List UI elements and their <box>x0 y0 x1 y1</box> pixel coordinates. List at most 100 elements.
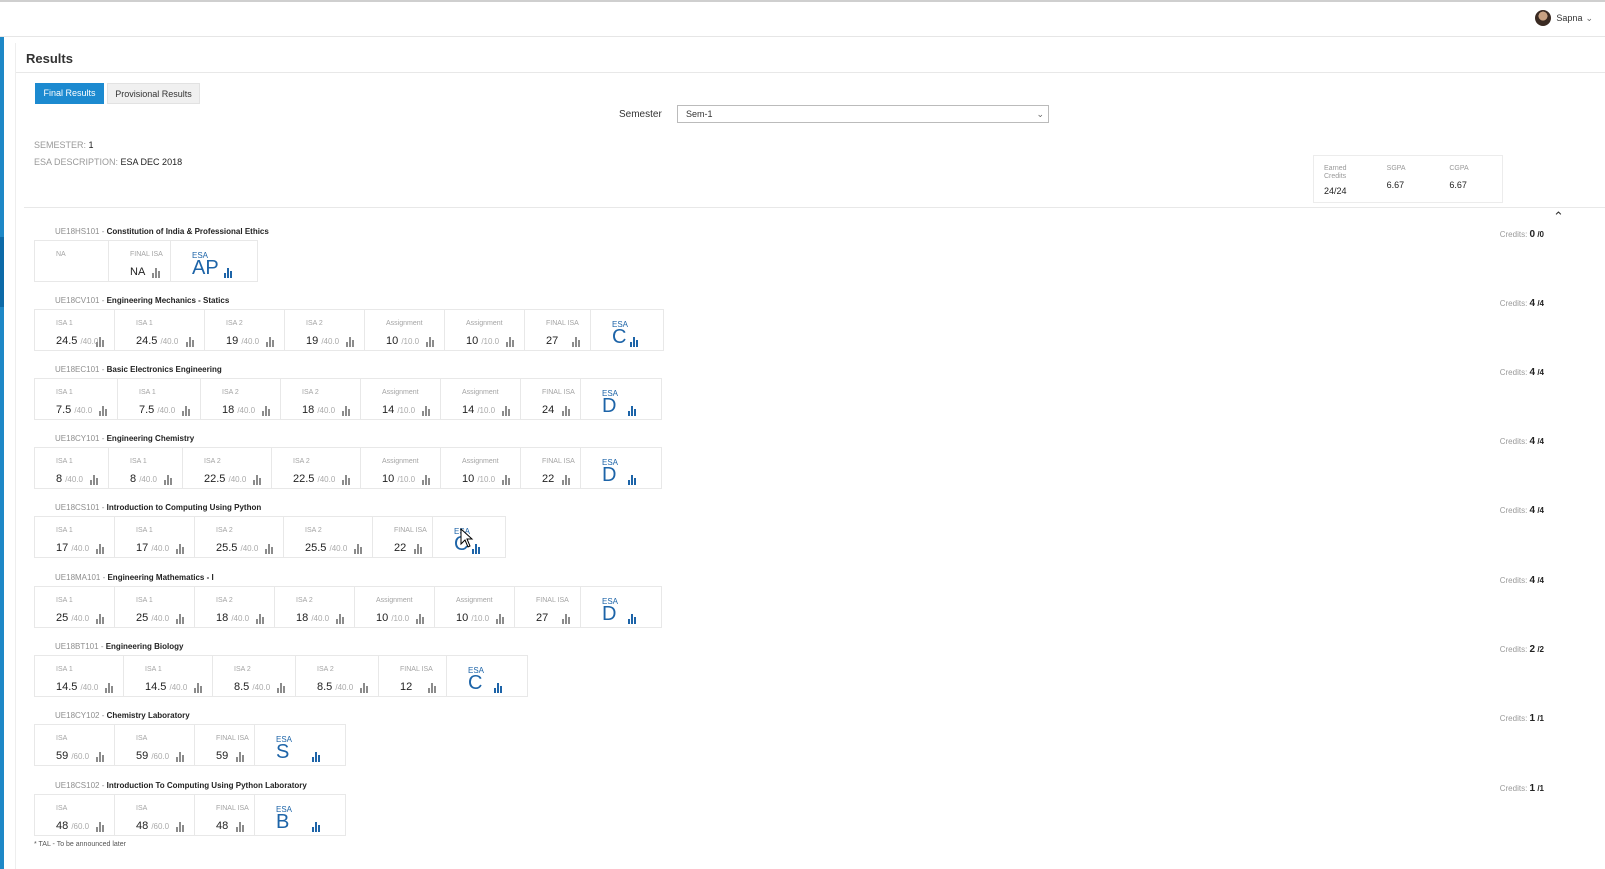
score-number: 27 <box>536 612 549 624</box>
score-label: FINAL ISA <box>400 666 433 673</box>
bar-chart-icon[interactable] <box>630 336 640 347</box>
tab-final-results[interactable]: Final Results <box>35 83 104 104</box>
cgpa: CGPA 6.67 <box>1439 156 1502 202</box>
gpa-summary: Earned Credits 24/24 SGPA 6.67 CGPA 6.67 <box>1313 155 1503 203</box>
bar-chart-icon[interactable] <box>96 613 106 624</box>
score-cell: FINAL ISA 22 <box>373 517 433 557</box>
bar-chart-icon[interactable] <box>266 336 276 347</box>
course-separator: - <box>99 711 107 720</box>
bar-chart-icon[interactable] <box>336 613 346 624</box>
bar-chart-icon[interactable] <box>422 474 432 485</box>
bar-chart-icon[interactable] <box>253 474 263 485</box>
course-separator: - <box>99 296 107 305</box>
bar-chart-icon[interactable] <box>422 405 432 416</box>
course-separator: - <box>99 227 107 236</box>
bar-chart-icon[interactable] <box>105 682 115 693</box>
avatar[interactable] <box>1535 10 1552 26</box>
score-value: 8 /40.0 <box>56 473 83 485</box>
bar-chart-icon[interactable] <box>628 405 638 416</box>
score-number: 22 <box>394 542 407 554</box>
bar-chart-icon[interactable] <box>262 405 272 416</box>
chevron-down-icon[interactable]: ⌄ <box>1036 106 1044 122</box>
bar-chart-icon[interactable] <box>176 613 186 624</box>
bar-chart-icon[interactable] <box>414 543 424 554</box>
bar-chart-icon[interactable] <box>256 613 266 624</box>
bar-chart-icon[interactable] <box>494 682 504 693</box>
bar-chart-icon[interactable] <box>342 474 352 485</box>
score-label: ISA 2 <box>204 458 221 465</box>
user-name[interactable]: Sapna <box>1556 13 1582 23</box>
bar-chart-icon[interactable] <box>354 543 364 554</box>
score-number: 48 <box>56 820 69 832</box>
score-label: Assignment <box>462 458 499 465</box>
bar-chart-icon[interactable] <box>176 543 186 554</box>
bar-chart-icon[interactable] <box>502 474 512 485</box>
score-number: 59 <box>56 750 69 762</box>
bar-chart-icon[interactable] <box>164 474 174 485</box>
bar-chart-icon[interactable] <box>562 474 572 485</box>
bar-chart-icon[interactable] <box>506 336 516 347</box>
score-cells: ISA 1 25 /40.0 ISA 1 25 /40.0 ISA 2 18 /40.0 I… <box>34 586 662 628</box>
bar-chart-icon[interactable] <box>502 405 512 416</box>
bar-chart-icon[interactable] <box>360 682 370 693</box>
score-max: /60.0 <box>71 752 90 761</box>
bar-chart-icon[interactable] <box>426 336 436 347</box>
user-menu[interactable]: Sapna ⌄ <box>1535 10 1593 26</box>
bar-chart-icon[interactable] <box>342 405 352 416</box>
score-label: ISA <box>56 735 68 742</box>
bar-chart-icon[interactable] <box>224 267 234 278</box>
score-max: /40.0 <box>74 406 93 415</box>
bar-chart-icon[interactable] <box>312 751 322 762</box>
bar-chart-icon[interactable] <box>96 821 106 832</box>
bar-chart-icon[interactable] <box>176 751 186 762</box>
score-cell: ISA 2 19 /40.0 <box>285 310 365 350</box>
tab-provisional-results[interactable]: Provisional Results <box>107 83 200 104</box>
bar-chart-icon[interactable] <box>186 336 196 347</box>
bar-chart-icon[interactable] <box>99 405 109 416</box>
bar-chart-icon[interactable] <box>416 613 426 624</box>
credits-earned: 4 <box>1529 367 1536 378</box>
bar-chart-icon[interactable] <box>562 613 572 624</box>
score-cell: ISA 1 24.5 /40.0 <box>115 310 205 350</box>
score-cell: ISA 2 18 /40.0 <box>281 379 361 419</box>
score-max: /10.0 <box>471 614 490 623</box>
bar-chart-icon[interactable] <box>96 751 106 762</box>
bar-chart-icon[interactable] <box>176 821 186 832</box>
score-cell: ISA 2 22.5 /40.0 <box>183 448 272 488</box>
score-number: 25.5 <box>305 542 327 554</box>
bar-chart-icon[interactable] <box>96 543 106 554</box>
score-cell: ISA 1 17 /40.0 <box>35 517 115 557</box>
bar-chart-icon[interactable] <box>572 336 582 347</box>
bar-chart-icon[interactable] <box>96 336 106 347</box>
bar-chart-icon[interactable] <box>152 267 162 278</box>
chevron-down-icon[interactable]: ⌄ <box>1585 13 1593 24</box>
bar-chart-icon[interactable] <box>236 821 246 832</box>
semester-info-label: SEMESTER: <box>34 140 87 150</box>
semester-select[interactable]: Sem-1 ⌄ <box>677 105 1049 123</box>
bar-chart-icon[interactable] <box>628 474 638 485</box>
credits-label: Credits: <box>1499 576 1528 585</box>
bar-chart-icon[interactable] <box>428 682 438 693</box>
score-label: ISA 1 <box>56 527 73 534</box>
score-max: /40.0 <box>139 475 157 484</box>
bar-chart-icon[interactable] <box>277 682 287 693</box>
bar-chart-icon[interactable] <box>194 682 204 693</box>
score-value: 24 <box>542 404 554 416</box>
bar-chart-icon[interactable] <box>312 821 322 832</box>
score-max: /10.0 <box>397 406 416 415</box>
bar-chart-icon[interactable] <box>496 613 506 624</box>
course-code: UE18CV101 <box>55 296 100 305</box>
course-separator: - <box>99 503 107 512</box>
esa-description-value: ESA DEC 2018 <box>120 157 183 167</box>
bar-chart-icon[interactable] <box>236 751 246 762</box>
score-value: 48 <box>216 820 228 832</box>
bar-chart-icon[interactable] <box>90 474 100 485</box>
bar-chart-icon[interactable] <box>265 543 275 554</box>
bar-chart-icon[interactable] <box>562 405 572 416</box>
bar-chart-icon[interactable] <box>182 405 192 416</box>
score-value: 22.5 /40.0 <box>293 473 335 485</box>
score-max: /40.0 <box>71 614 90 623</box>
chevron-up-icon[interactable]: ⌃ <box>1553 209 1564 225</box>
bar-chart-icon[interactable] <box>628 613 638 624</box>
bar-chart-icon[interactable] <box>346 336 356 347</box>
